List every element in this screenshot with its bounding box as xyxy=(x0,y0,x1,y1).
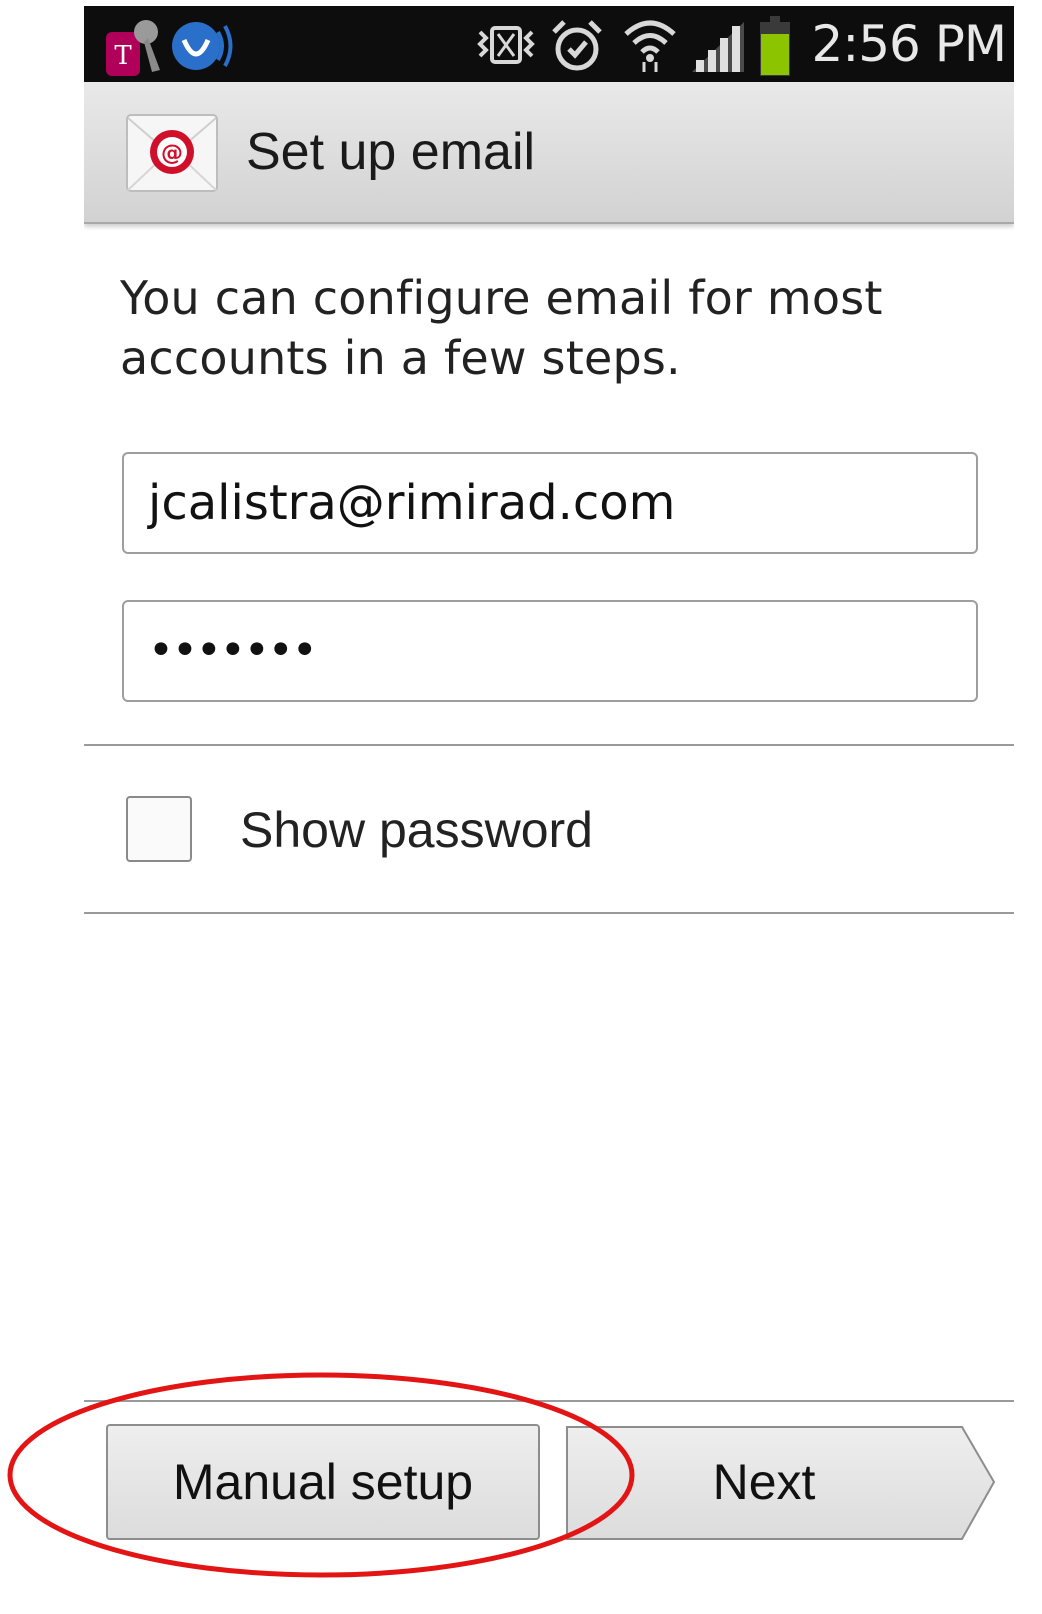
vibrate-icon xyxy=(477,26,535,64)
svg-text:T: T xyxy=(114,41,132,71)
signal-icon xyxy=(692,22,744,72)
action-bar: @ Set up email xyxy=(84,82,1014,224)
manual-setup-button[interactable]: Manual setup xyxy=(106,1424,540,1540)
email-field[interactable]: jcalistra@rimirad.com xyxy=(122,452,978,554)
intro-text: You can configure email for most account… xyxy=(120,271,883,385)
show-password-label[interactable]: Show password xyxy=(240,800,593,860)
phone-screen: T 2:56 PM @ Set up email You can configu… xyxy=(84,6,1014,1614)
status-time: 2:56 PM xyxy=(811,15,1007,73)
battery-icon xyxy=(760,16,790,76)
divider xyxy=(84,1400,1014,1402)
password-field[interactable]: ••••••• xyxy=(122,600,978,702)
divider xyxy=(84,912,1014,914)
status-bar: T 2:56 PM xyxy=(84,6,1014,82)
wifi-icon xyxy=(624,20,676,72)
next-button-label: Next xyxy=(712,1454,816,1510)
show-password-checkbox[interactable] xyxy=(126,796,192,862)
email-app-icon: @ xyxy=(126,114,218,192)
t-mobile-app-icon: T xyxy=(106,20,160,76)
page-title: Set up email xyxy=(246,123,536,181)
voicemail-icon xyxy=(172,22,233,70)
divider xyxy=(84,744,1014,746)
alarm-icon xyxy=(552,20,602,71)
next-button[interactable]: Next xyxy=(564,1424,998,1544)
svg-text:@: @ xyxy=(161,141,183,166)
